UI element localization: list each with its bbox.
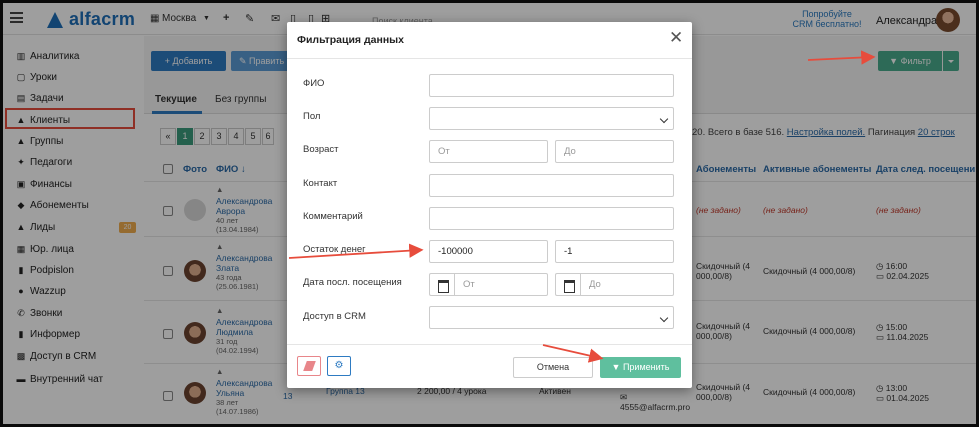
arrow-to-balance — [288, 243, 424, 259]
arrow-to-filter — [807, 50, 876, 65]
annotation-arrows — [288, 50, 876, 363]
arrow-to-apply — [542, 344, 604, 363]
